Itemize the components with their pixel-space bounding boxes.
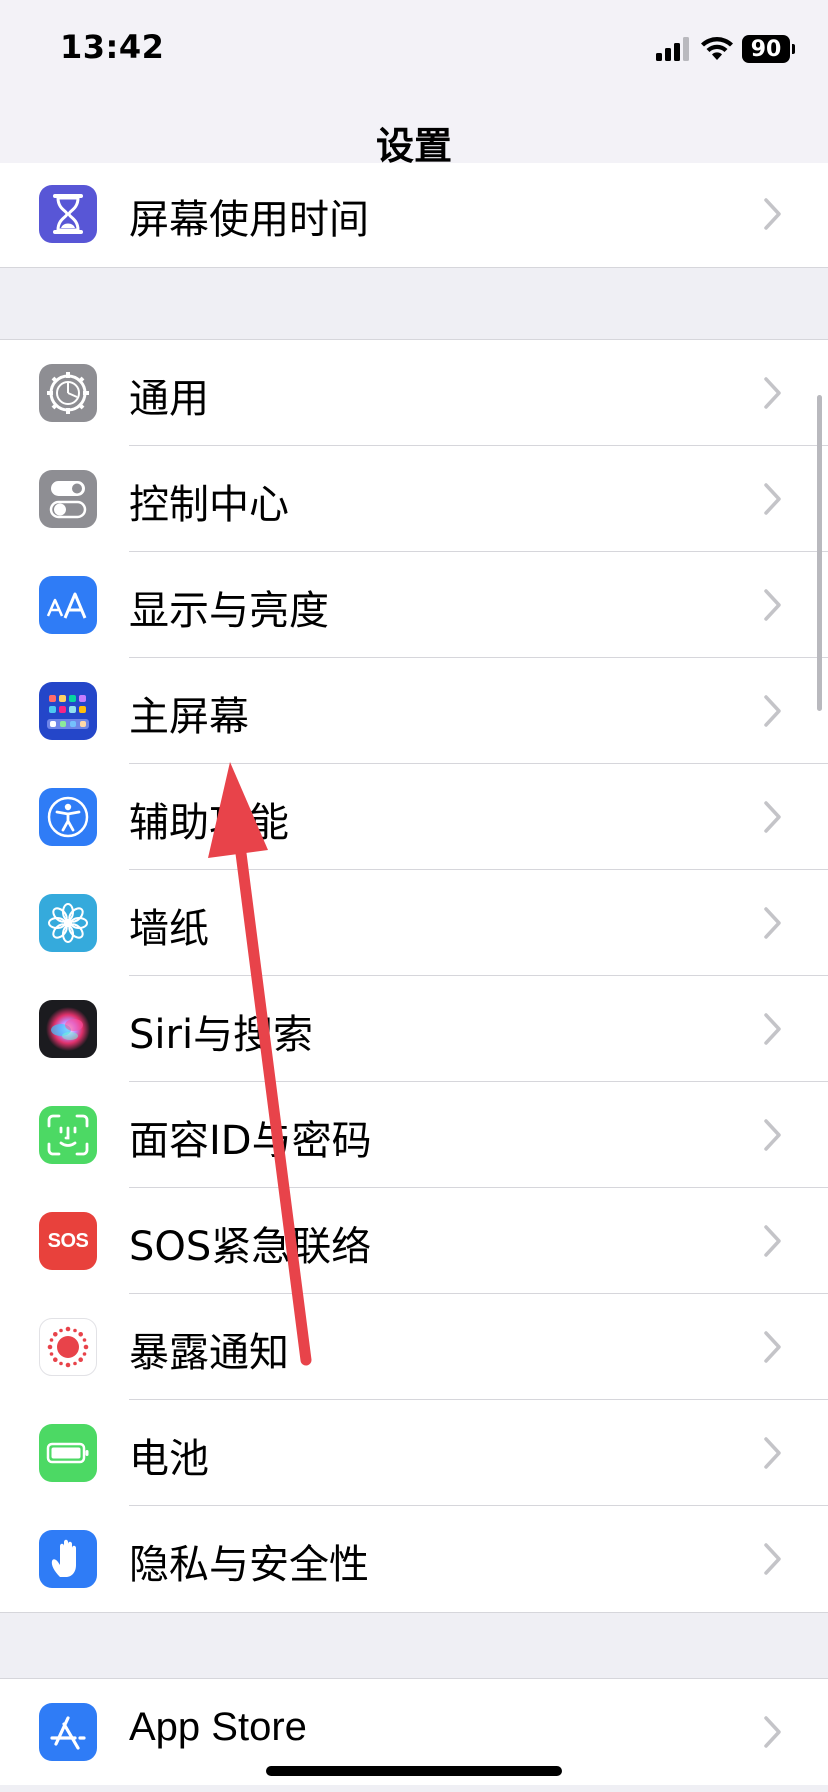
settings-row-privacy-security[interactable]: 隐私与安全性 — [0, 1506, 828, 1612]
exposure-notification-icon — [39, 1318, 97, 1376]
settings-row-label: App Store — [129, 1705, 307, 1749]
settings-row-label: 主屏幕 — [129, 694, 249, 740]
settings-row-label: Siri与搜索 — [129, 1012, 314, 1058]
chevron-right-icon — [764, 1331, 781, 1363]
toggle-icon — [39, 470, 97, 528]
page-title: 设置 — [375, 124, 452, 168]
sos-icon: SOS — [39, 1212, 97, 1270]
text-size-icon — [39, 576, 97, 634]
settings-row-label: 墙纸 — [129, 906, 209, 952]
settings-row-label: 辅助功能 — [129, 800, 289, 846]
settings-group-screen-time: 屏幕使用时间 — [0, 163, 828, 268]
chevron-right-icon — [764, 1543, 781, 1575]
settings-row-wallpaper[interactable]: 墙纸 — [0, 870, 828, 976]
battery-level: 90 — [750, 36, 782, 62]
sos-icon-text: SOS — [47, 1229, 89, 1252]
chevron-right-icon — [764, 907, 781, 939]
chevron-right-icon — [764, 1437, 781, 1469]
settings-row-label: 通用 — [129, 376, 209, 422]
scroll-indicator — [817, 395, 822, 711]
chevron-right-icon — [764, 1013, 781, 1045]
settings-row-general[interactable]: 通用 — [0, 340, 828, 446]
settings-row-home-screen[interactable]: 主屏幕 — [0, 658, 828, 764]
settings-row-control-center[interactable]: 控制中心 — [0, 446, 828, 552]
settings-row-siri-search[interactable]: Siri与搜索 — [0, 976, 828, 1082]
status-icons: 90 — [656, 32, 795, 66]
chevron-right-icon — [764, 198, 781, 230]
settings-row-label: 面容ID与密码 — [129, 1118, 372, 1164]
status-bar: 13:42 90 — [0, 0, 828, 105]
settings-row-label: 暴露通知 — [129, 1330, 289, 1376]
settings-row-face-id-passcode[interactable]: 面容ID与密码 — [0, 1082, 828, 1188]
battery-icon — [39, 1424, 97, 1482]
settings-row-label: 隐私与安全性 — [129, 1542, 369, 1588]
face-id-icon — [39, 1106, 97, 1164]
chevron-right-icon — [764, 801, 781, 833]
home-indicator[interactable] — [266, 1766, 562, 1776]
app-store-icon — [39, 1703, 97, 1761]
home-screen-icon — [39, 682, 97, 740]
chevron-right-icon — [764, 1119, 781, 1151]
hand-icon — [39, 1530, 97, 1588]
flower-icon — [39, 894, 97, 952]
settings-group-main: 通用 控制中心 显示与亮度 主屏幕 辅助功能 墙纸 Siri与搜索 面容ID与密… — [0, 339, 828, 1613]
gear-icon — [39, 364, 97, 422]
battery-indicator: 90 — [742, 35, 795, 63]
chevron-right-icon — [764, 589, 781, 621]
chevron-right-icon — [764, 1716, 781, 1748]
siri-icon — [39, 1000, 97, 1058]
chevron-right-icon — [764, 483, 781, 515]
cellular-signal-icon — [656, 37, 689, 61]
settings-row-label: 电池 — [129, 1436, 209, 1482]
settings-row-battery[interactable]: 电池 — [0, 1400, 828, 1506]
settings-row-accessibility[interactable]: 辅助功能 — [0, 764, 828, 870]
settings-row-emergency-sos[interactable]: SOS SOS紧急联络 — [0, 1188, 828, 1294]
settings-row-label: 屏幕使用时间 — [129, 197, 369, 243]
chevron-right-icon — [764, 695, 781, 727]
settings-row-label: 控制中心 — [129, 482, 289, 528]
settings-row-label: 显示与亮度 — [129, 588, 329, 634]
settings-row-display-brightness[interactable]: 显示与亮度 — [0, 552, 828, 658]
status-time: 13:42 — [60, 28, 165, 66]
accessibility-icon — [39, 788, 97, 846]
settings-row-exposure-notifications[interactable]: 暴露通知 — [0, 1294, 828, 1400]
wifi-icon — [701, 37, 733, 60]
chevron-right-icon — [764, 1225, 781, 1257]
chevron-right-icon — [764, 377, 781, 409]
settings-row-label: SOS紧急联络 — [129, 1224, 372, 1270]
hourglass-icon — [39, 185, 97, 243]
settings-row-screen-time[interactable]: 屏幕使用时间 — [0, 163, 828, 267]
